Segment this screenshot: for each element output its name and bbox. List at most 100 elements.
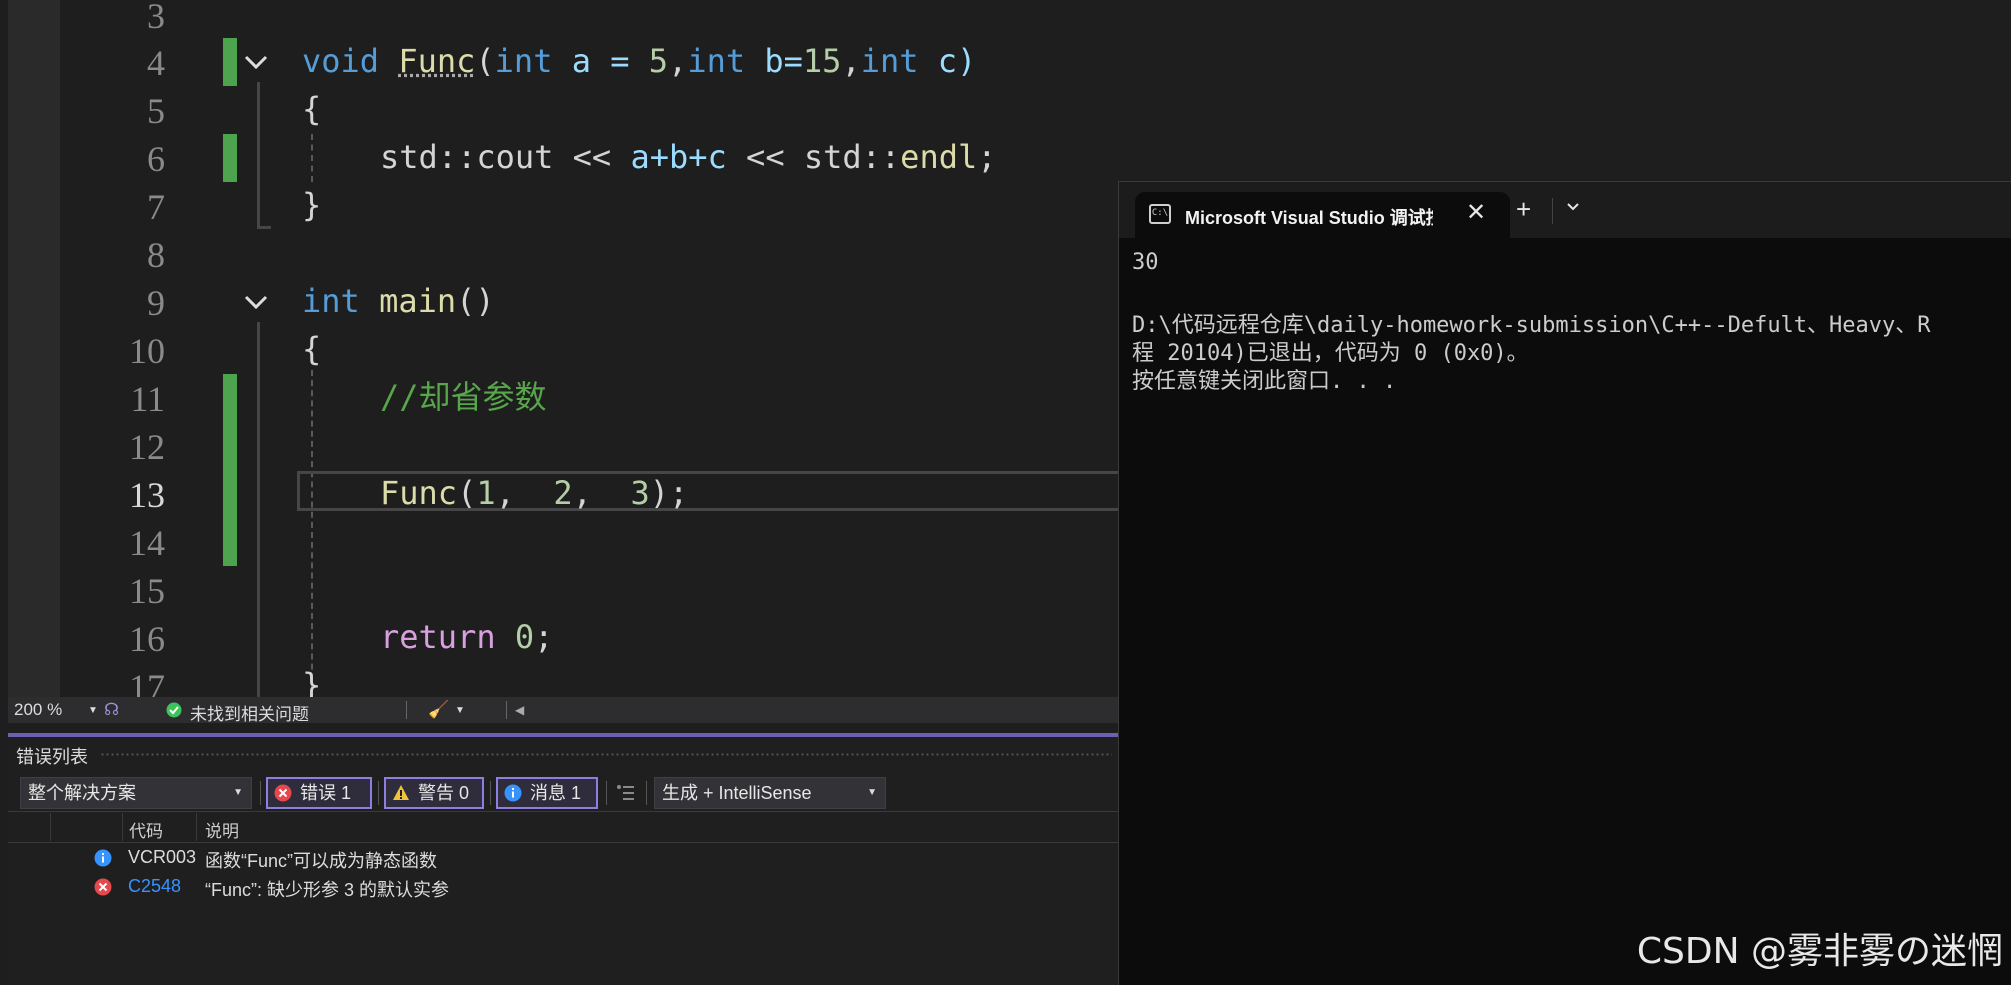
collapse-chevron-icon[interactable]	[241, 47, 271, 77]
errors-filter-button[interactable]: 错误 1	[266, 777, 372, 809]
function-name: Func	[398, 42, 476, 80]
divider	[490, 781, 491, 805]
keyword: int	[302, 282, 360, 320]
cleanup-dropdown-icon[interactable]: ▼	[455, 705, 465, 716]
zoom-dropdown-icon[interactable]: ▼	[88, 705, 98, 716]
identifier: cout	[476, 138, 554, 176]
divider	[260, 781, 261, 805]
change-marker	[223, 38, 237, 86]
number: 0	[514, 618, 535, 656]
keyword: int	[494, 42, 553, 80]
number: 15	[802, 42, 842, 80]
code-line-4[interactable]: void Func(int a = 5,int b=15,int c)	[302, 37, 976, 85]
punct: ,	[841, 42, 861, 80]
punct: ,	[495, 474, 554, 512]
row-description: “Func”: 缺少形参 3 的默认实参	[205, 880, 450, 900]
line-number: 9	[147, 283, 165, 323]
column-header-description[interactable]: 说明	[205, 817, 239, 842]
scope-select-value: 整个解决方案	[28, 783, 136, 803]
warnings-filter-button[interactable]: 警告 0	[384, 777, 484, 809]
error-list-title[interactable]: 错误列表	[16, 743, 88, 769]
code-line-10[interactable]: {	[302, 325, 321, 373]
row-description: 函数“Func”可以成为静态函数	[205, 851, 438, 871]
terminal-tab-bar[interactable]: C:\ Microsoft Visual Studio 调试控制台 ✕ +	[1119, 182, 2011, 238]
line-number: 7	[147, 187, 165, 227]
number: 5	[648, 42, 669, 80]
issues-status[interactable]: 未找到相关问题	[190, 700, 309, 725]
keyword: int	[687, 42, 746, 80]
messages-filter-button[interactable]: 消息 1	[496, 777, 598, 809]
code-line-13[interactable]: Func(1, 2, 3);	[380, 469, 688, 517]
new-tab-plus-icon[interactable]: +	[1516, 196, 1531, 222]
divider	[646, 781, 647, 805]
punct: ;	[534, 618, 554, 656]
line-number: 5	[147, 91, 165, 131]
operator: <<	[553, 138, 631, 176]
panel-grip[interactable]	[100, 752, 1112, 758]
code-line-9[interactable]: int main()	[302, 277, 495, 325]
code-line-17[interactable]: }	[302, 661, 321, 697]
column-divider[interactable]	[50, 813, 51, 841]
function-name: main	[379, 282, 457, 320]
error-icon	[274, 784, 292, 802]
chevron-down-icon[interactable]	[1565, 198, 1581, 214]
error-list-row[interactable]: VCR003 函数“Func”可以成为静态函数	[8, 845, 1120, 873]
code-line-5[interactable]: {	[302, 85, 321, 133]
code-line-6[interactable]: std::cout << a+b+c << std::endl;	[380, 133, 997, 181]
code-line-11-comment[interactable]: //却省参数	[380, 373, 547, 421]
punct: );	[649, 474, 689, 512]
column-header-code[interactable]: 代码	[129, 817, 163, 842]
expression: a+b+c	[630, 138, 727, 176]
punct: ()	[456, 282, 495, 320]
punct: ;	[977, 138, 997, 176]
code-line-7[interactable]: }	[302, 181, 321, 229]
identifier: endl	[900, 138, 978, 176]
param: a =	[552, 42, 649, 80]
column-divider[interactable]	[122, 813, 123, 841]
line-number-active: 13	[129, 475, 165, 515]
number: 2	[553, 474, 573, 512]
operator: <<	[726, 138, 804, 176]
number: 1	[476, 474, 496, 512]
code-editor[interactable]: 3 4 5 6 7 8 9 10 11 12 13 14 15 16 17 vo…	[0, 0, 1120, 697]
divider	[8, 842, 1120, 843]
scroll-left-icon[interactable]: ◀	[515, 703, 524, 717]
ai-sparkle-icon[interactable]: ☊	[104, 700, 119, 720]
info-icon	[94, 849, 112, 867]
divider	[506, 701, 507, 719]
debug-console-window[interactable]: C:\ Microsoft Visual Studio 调试控制台 ✕ + 30…	[1118, 181, 2011, 985]
panel-separator[interactable]	[8, 723, 1120, 733]
line-number: 15	[129, 571, 165, 611]
chevron-down-icon: ▼	[867, 787, 877, 798]
indent-guide	[311, 134, 313, 182]
column-divider[interactable]	[196, 813, 197, 841]
namespace: std::	[380, 138, 477, 176]
collapse-chevron-icon[interactable]	[241, 287, 271, 317]
keyword: void	[302, 42, 380, 80]
param: b=	[745, 42, 803, 80]
filter-list-icon[interactable]	[616, 783, 636, 801]
warnings-filter-label: 警告 0	[418, 783, 470, 803]
line-number: 3	[147, 0, 165, 36]
error-list-row[interactable]: C2548 “Func”: 缺少形参 3 的默认实参	[8, 874, 1120, 902]
editor-status-bar: 200 % ▼ ☊ 未找到相关问题 🧹 ▼ ◀	[8, 697, 1120, 725]
terminal-tab[interactable]: C:\ Microsoft Visual Studio 调试控制台 ✕	[1135, 192, 1510, 238]
code-line-16[interactable]: return 0;	[380, 613, 553, 661]
change-marker	[223, 134, 237, 182]
terminal-tab-title: Microsoft Visual Studio 调试控制台	[1185, 208, 1433, 228]
chevron-down-icon: ▼	[233, 787, 243, 798]
line-number: 11	[130, 379, 165, 419]
selection-margin	[8, 0, 60, 697]
error-icon	[94, 878, 112, 896]
source-select[interactable]: 生成 + IntelliSense ▼	[654, 777, 886, 809]
code-cleanup-brush-icon[interactable]: 🧹	[428, 700, 449, 720]
close-icon[interactable]: ✕	[1466, 198, 1486, 227]
zoom-level[interactable]: 200 %	[14, 700, 62, 720]
terminal-output-line: 30	[1132, 250, 1159, 275]
row-code-link[interactable]: C2548	[128, 876, 181, 897]
scope-select[interactable]: 整个解决方案 ▼	[20, 777, 252, 809]
line-number: 8	[147, 235, 165, 275]
errors-filter-label: 错误 1	[300, 783, 352, 803]
number: 3	[630, 474, 650, 512]
